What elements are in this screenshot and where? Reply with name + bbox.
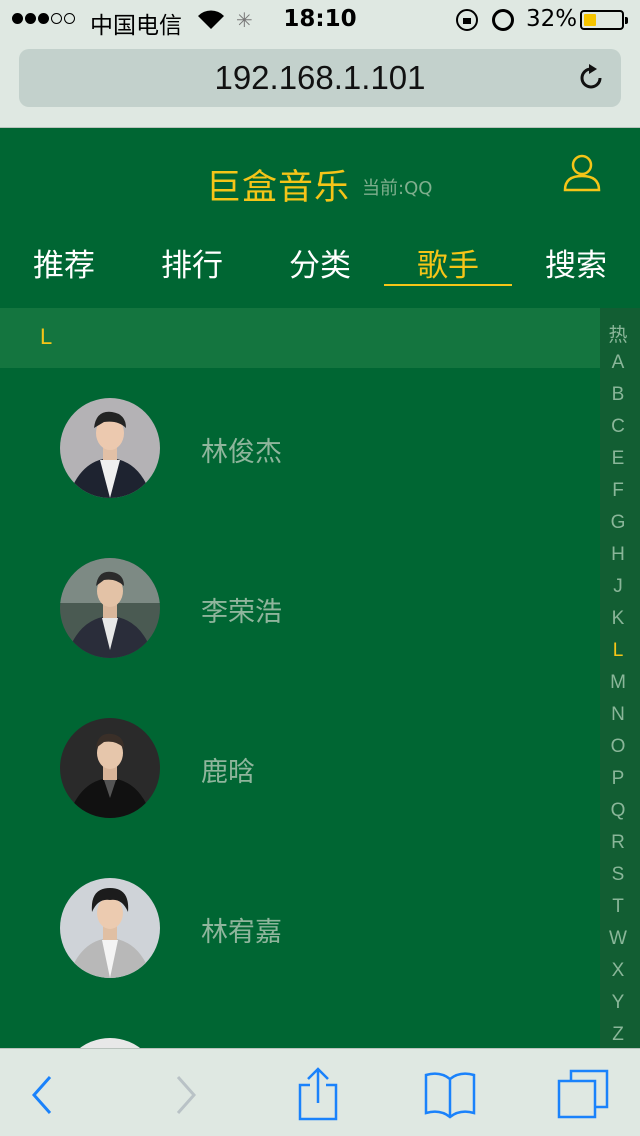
forward-icon[interactable] — [156, 1067, 212, 1123]
index-letter[interactable]: Z — [600, 1024, 636, 1046]
app-header: 巨盒音乐 当前:QQ — [0, 129, 640, 229]
active-tab-indicator — [384, 284, 512, 286]
rotation-lock-icon — [456, 9, 478, 31]
browser-address-bar: 192.168.1.101 — [0, 40, 640, 128]
index-letter[interactable]: E — [600, 448, 636, 470]
index-letter[interactable]: N — [600, 704, 636, 726]
avatar — [60, 878, 160, 978]
list-item[interactable] — [0, 1008, 600, 1048]
browser-toolbar — [0, 1048, 640, 1136]
index-letter[interactable]: S — [600, 864, 636, 886]
app-title: 巨盒音乐 — [206, 168, 351, 208]
avatar — [60, 718, 160, 818]
index-letter[interactable]: X — [600, 960, 636, 982]
singer-name: 李荣浩 — [201, 597, 282, 628]
index-letter[interactable]: A — [600, 352, 636, 374]
list-item[interactable]: 林宥嘉 — [0, 848, 600, 1008]
status-bar: 中国电信 ✳ 18:10 32% — [0, 0, 640, 40]
tab-rankings[interactable]: 排行 — [128, 236, 256, 288]
list-item[interactable]: 李荣浩 — [0, 528, 600, 688]
section-letter: L — [40, 324, 53, 349]
index-letter[interactable]: 热 — [600, 320, 636, 347]
singer-name: 林宥嘉 — [201, 917, 282, 948]
list-item[interactable]: 林俊杰 — [0, 368, 600, 528]
tab-singers[interactable]: 歌手 — [384, 236, 512, 288]
singer-name: 林俊杰 — [201, 437, 282, 468]
tab-categories[interactable]: 分类 — [256, 236, 384, 288]
index-letter[interactable]: J — [600, 576, 636, 598]
index-letter[interactable]: K — [600, 608, 636, 630]
index-letter[interactable]: M — [600, 672, 636, 694]
alarm-icon — [492, 9, 514, 31]
bookmarks-icon[interactable] — [422, 1067, 478, 1123]
index-letter[interactable]: Q — [600, 800, 636, 822]
index-letter[interactable]: L — [600, 640, 636, 662]
index-letter[interactable]: B — [600, 384, 636, 406]
singer-list[interactable]: 林俊杰 李荣浩 鹿晗 林宥嘉 — [0, 368, 600, 1048]
index-letter[interactable]: Y — [600, 992, 636, 1014]
url-field[interactable]: 192.168.1.101 — [19, 49, 621, 107]
tabs-icon[interactable] — [556, 1067, 612, 1123]
index-letter[interactable]: R — [600, 832, 636, 854]
tab-recommend[interactable]: 推荐 — [0, 236, 128, 288]
main-tabs: 推荐 排行 分类 歌手 搜索 — [0, 236, 640, 296]
index-letter[interactable]: F — [600, 480, 636, 502]
share-icon[interactable] — [290, 1067, 346, 1123]
index-letter[interactable]: C — [600, 416, 636, 438]
avatar — [60, 1038, 160, 1048]
tab-search[interactable]: 搜索 — [512, 236, 640, 288]
singer-name: 鹿晗 — [201, 757, 255, 788]
source-label: 当前:QQ — [362, 178, 433, 199]
index-letter[interactable]: G — [600, 512, 636, 534]
back-icon[interactable] — [16, 1067, 72, 1123]
avatar — [60, 558, 160, 658]
section-header: L — [0, 308, 600, 368]
avatar — [60, 398, 160, 498]
user-icon[interactable] — [560, 151, 604, 195]
index-letter[interactable]: T — [600, 896, 636, 918]
index-letter[interactable]: P — [600, 768, 636, 790]
url-text: 192.168.1.101 — [214, 59, 426, 96]
index-letter[interactable]: H — [600, 544, 636, 566]
index-letter[interactable]: W — [600, 928, 636, 950]
reload-icon[interactable] — [575, 62, 607, 94]
list-item[interactable]: 鹿晗 — [0, 688, 600, 848]
alphabet-index[interactable]: 热ABCEFGHJKLMNOPQRSTWXYZ — [600, 308, 640, 1048]
battery-icon — [580, 10, 628, 30]
battery-percent: 32% — [526, 6, 578, 32]
index-letter[interactable]: O — [600, 736, 636, 758]
